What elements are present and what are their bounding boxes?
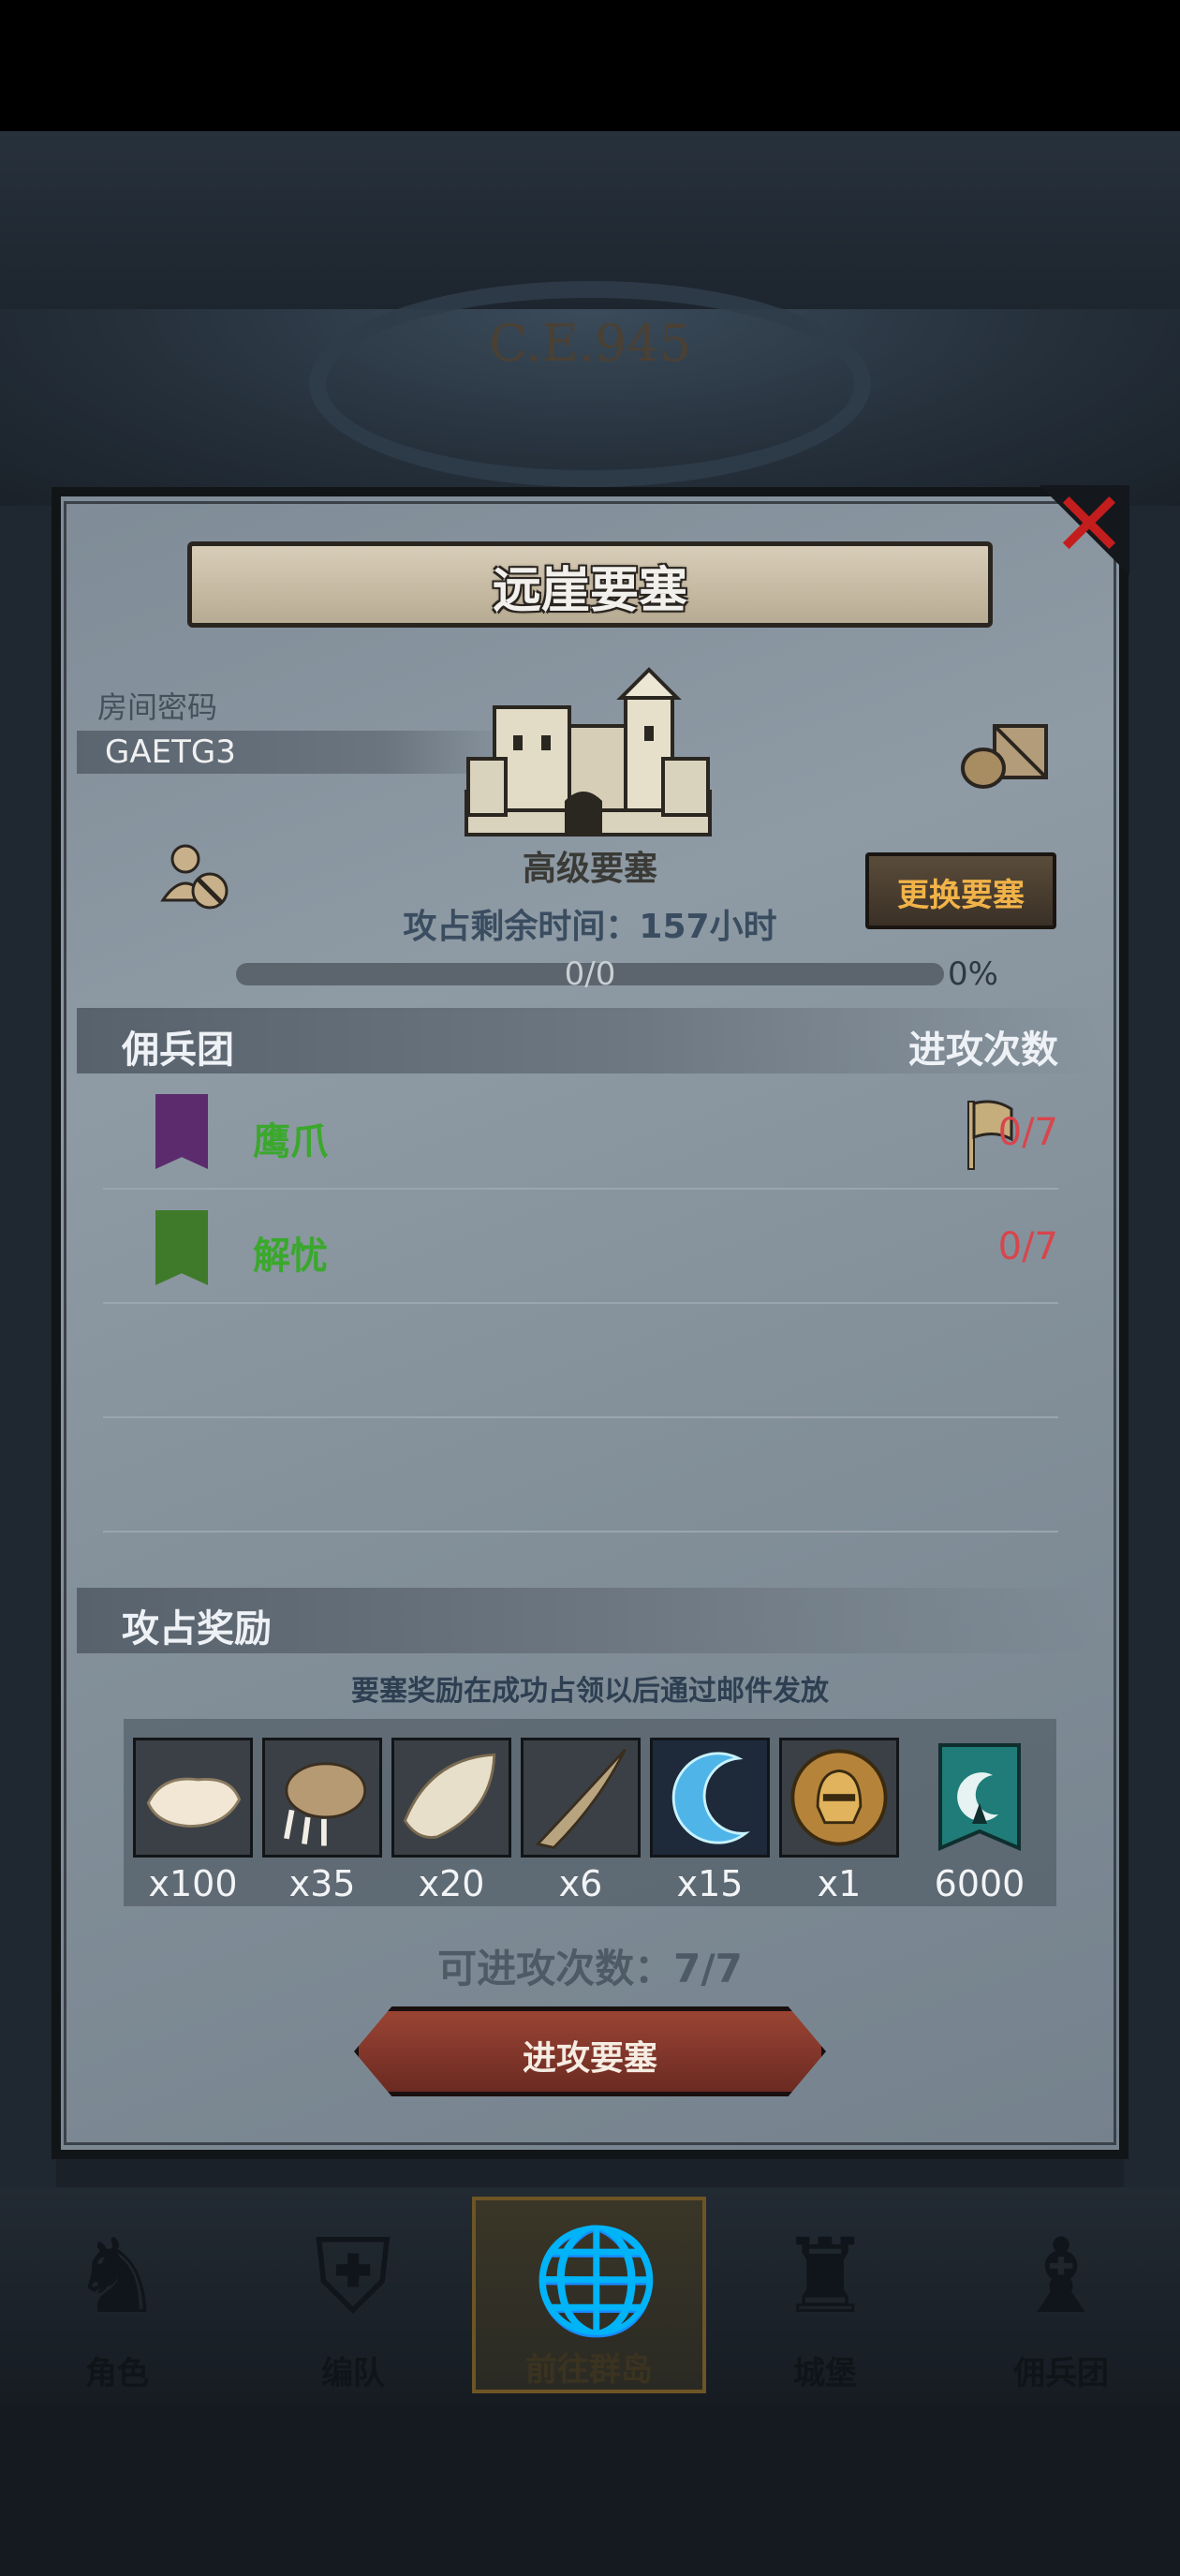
capture-progress-percent: 0%: [948, 955, 998, 993]
fur-pelt-icon: [136, 1740, 250, 1855]
supply-crate-icon[interactable]: [957, 717, 1051, 792]
castle-icon: ♜: [778, 2216, 872, 2336]
fortress-grade: 高级要塞: [522, 850, 657, 888]
reward-qty: 6000: [934, 1863, 1025, 1904]
helmet-medal-icon: [782, 1740, 896, 1855]
reward-qty: x6: [558, 1863, 603, 1904]
status-bar: [0, 0, 1180, 131]
reward-qty: x35: [288, 1863, 356, 1904]
knight-icon: ♞: [70, 2216, 164, 2336]
fortress-icon: [465, 667, 712, 836]
mercenary-header: 佣兵团: [122, 1029, 234, 1072]
empty-row: [103, 1304, 1058, 1418]
mercenary-name: 解忧: [253, 1235, 328, 1278]
nav-label: 佣兵团: [1013, 2355, 1109, 2392]
nav-item-islands[interactable]: 🌐 前往群岛: [472, 2197, 706, 2393]
nav-label: 城堡: [793, 2355, 857, 2392]
capture-progress-text: 0/0: [564, 955, 616, 993]
time-remaining: 攻占剩余时间：157小时: [403, 908, 777, 946]
mercenary-attack-count: 0/7: [997, 1111, 1058, 1154]
nav-label: 角色: [85, 2355, 149, 2392]
mercenary-name: 鹰爪: [253, 1120, 328, 1163]
room-password-label: 房间密码: [97, 689, 218, 725]
nav-item-role[interactable]: ♞ 角色: [0, 2197, 234, 2393]
reward-qty: x1: [817, 1863, 862, 1904]
dialog-title: 远崖要塞: [492, 563, 687, 619]
reward-item[interactable]: x15: [650, 1738, 770, 1904]
era-ring-decoration: [309, 281, 871, 487]
guild-banner-icon: [938, 1743, 1021, 1852]
reward-qty: x15: [676, 1863, 744, 1904]
close-icon[interactable]: ✕: [1047, 480, 1131, 570]
attack-fortress-label: 进攻要塞: [522, 2039, 657, 2078]
empty-row: [103, 1418, 1058, 1532]
reward-note: 要塞奖励在成功占领以后通过邮件发放: [351, 1675, 829, 1708]
background-left: [0, 506, 56, 2192]
bottom-area: [0, 2403, 1180, 2576]
no-invite-icon[interactable]: [157, 838, 232, 913]
reward-item[interactable]: 6000: [920, 1738, 1040, 1904]
nav-item-formation[interactable]: ⛨ 编队: [236, 2197, 470, 2393]
nav-item-castle[interactable]: ♜ 城堡: [708, 2197, 942, 2393]
background-right: [1124, 506, 1180, 2192]
helmet-icon: ⛨: [314, 2216, 392, 2336]
crescent-gem-icon: [653, 1740, 767, 1855]
reward-item[interactable]: x100: [133, 1738, 253, 1904]
reward-qty: x100: [148, 1863, 238, 1904]
mercenary-banner-icon: [155, 1210, 208, 1285]
nav-item-mercenary[interactable]: ♝ 佣兵团: [944, 2197, 1178, 2393]
attack-times-header: 进攻次数: [908, 1029, 1058, 1072]
claw-icon: [265, 1740, 379, 1855]
reward-item[interactable]: x6: [521, 1738, 641, 1904]
mercenary-banner-icon: [155, 1094, 208, 1169]
reward-header: 攻占奖励: [122, 1607, 272, 1651]
room-password-value: GAETG3: [105, 733, 236, 771]
reward-item[interactable]: x35: [262, 1738, 382, 1904]
feather-hide-icon: [394, 1740, 509, 1855]
attack-count: 可进攻次数：7/7: [437, 1946, 743, 1991]
swap-fortress-label: 更换要塞: [897, 877, 1025, 914]
mercenary-icon: ♝: [1014, 2216, 1108, 2336]
nav-label: 前往群岛: [525, 2351, 653, 2389]
mercenary-row[interactable]: 鹰爪 0/7: [103, 1075, 1058, 1190]
era-text: C.E.945: [488, 314, 692, 373]
reward-item[interactable]: x1: [779, 1738, 899, 1904]
globe-icon: 🌐: [532, 2220, 660, 2340]
nav-label: 编队: [321, 2355, 385, 2392]
horn-icon: [524, 1740, 638, 1855]
reward-item[interactable]: x20: [391, 1738, 511, 1904]
mercenary-attack-count: 0/7: [997, 1225, 1058, 1268]
reward-qty: x20: [418, 1863, 485, 1904]
mercenary-row[interactable]: 解忧 0/7: [103, 1190, 1058, 1304]
